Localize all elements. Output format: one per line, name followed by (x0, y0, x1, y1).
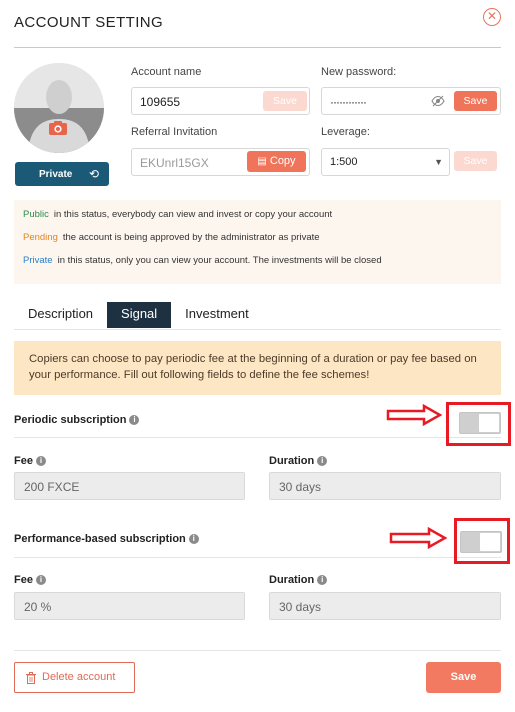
close-icon[interactable]: ✕ (483, 8, 501, 26)
tab-signal[interactable]: Signal (107, 302, 172, 328)
eye-slash-icon[interactable] (431, 95, 445, 107)
performance-subscription-heading: Performance-based subscription i (14, 533, 199, 545)
leverage-label: Leverage: (321, 126, 370, 138)
tab-investment[interactable]: Investment (171, 302, 263, 328)
leverage-save-button[interactable]: Save (454, 151, 497, 171)
page-title: ACCOUNT SETTING (14, 14, 164, 31)
privacy-button-label: Private (39, 168, 73, 180)
performance-fee-input[interactable]: 20 % (14, 592, 245, 620)
sync-icon: ⟲ (88, 167, 99, 181)
avatar[interactable] (14, 63, 104, 153)
copy-icon: ▤ (257, 156, 267, 167)
toggle-knob (480, 533, 500, 551)
legend-row-private: Private in this status, only you can view… (23, 254, 492, 277)
footer-divider (14, 650, 501, 651)
performance-subscription-toggle[interactable] (460, 531, 502, 553)
info-icon: i (129, 415, 140, 426)
periodic-subscription-title: Periodic subscription (14, 414, 127, 426)
leverage-select[interactable]: 1:500 ▼ (321, 148, 450, 176)
tab-description[interactable]: Description (14, 302, 107, 328)
periodic-subscription-heading: Periodic subscription i (14, 414, 140, 426)
info-icon: i (35, 575, 46, 586)
privacy-status-legend: Public in this status, everybody can view… (14, 200, 501, 284)
info-icon: i (188, 534, 199, 545)
leverage-value: 1:500 (330, 156, 358, 168)
performance-duration-input[interactable]: 30 days (269, 592, 501, 620)
legend-key-public: Public (23, 209, 49, 220)
delete-account-button[interactable]: Delete account (14, 662, 135, 693)
periodic-fee-input[interactable]: 200 FXCE (14, 472, 245, 500)
tabs-divider (14, 329, 501, 330)
legend-text-pending: the account is being approved by the adm… (62, 232, 320, 243)
legend-key-pending: Pending (23, 232, 58, 243)
performance-duration-label: Duration (269, 574, 315, 586)
performance-duration-heading: Duration i (269, 574, 328, 586)
copy-button[interactable]: ▤ Copy (247, 151, 306, 172)
info-icon: i (35, 456, 46, 467)
chevron-down-icon: ▼ (434, 157, 443, 167)
referral-label: Referral Invitation (131, 126, 218, 138)
legend-row-public: Public in this status, everybody can view… (23, 208, 492, 231)
legend-text-public: in this status, everybody can view and i… (53, 209, 333, 220)
new-password-label: New password: (321, 66, 397, 78)
info-icon: i (317, 575, 328, 586)
toggle-knob (479, 414, 499, 432)
performance-fee-heading: Fee i (14, 574, 46, 586)
account-name-save-button[interactable]: Save (263, 91, 307, 111)
periodic-divider (14, 437, 501, 438)
arrow-right-icon (386, 404, 442, 426)
info-icon: i (317, 456, 328, 467)
trash-icon (26, 672, 36, 684)
periodic-duration-heading: Duration i (269, 455, 328, 467)
performance-divider (14, 557, 501, 558)
tab-bar: Description Signal Investment (14, 302, 263, 328)
performance-subscription-title: Performance-based subscription (14, 533, 186, 545)
account-name-label: Account name (131, 66, 202, 78)
fee-scheme-notice: Copiers can choose to pay periodic fee a… (14, 341, 501, 395)
periodic-fee-heading: Fee i (14, 455, 46, 467)
periodic-duration-input[interactable]: 30 days (269, 472, 501, 500)
legend-row-pending: Pending the account is being approved by … (23, 231, 492, 254)
title-divider (14, 47, 501, 48)
delete-account-label: Delete account (42, 671, 116, 683)
new-password-save-button[interactable]: Save (454, 91, 497, 111)
periodic-fee-label: Fee (14, 455, 33, 467)
periodic-duration-label: Duration (269, 455, 315, 467)
copy-label: Copy (269, 155, 296, 167)
periodic-subscription-toggle[interactable] (459, 412, 501, 434)
legend-key-private: Private (23, 255, 53, 266)
legend-text-private: in this status, only you can view your a… (57, 255, 382, 266)
privacy-toggle-button[interactable]: Private ⟲ (15, 162, 109, 186)
save-button[interactable]: Save (426, 662, 501, 693)
performance-fee-label: Fee (14, 574, 33, 586)
camera-icon[interactable] (48, 120, 68, 136)
arrow-right-icon (389, 527, 447, 549)
